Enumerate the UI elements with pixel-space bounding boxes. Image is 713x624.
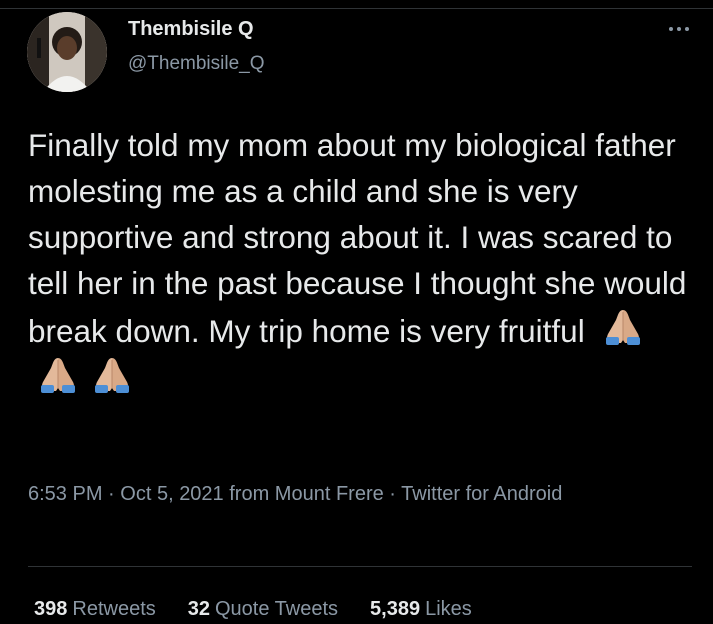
tweet-client[interactable]: Twitter for Android xyxy=(401,483,562,505)
meta-separator: · xyxy=(108,483,115,505)
author-name[interactable]: Thembisile Q xyxy=(128,18,254,41)
folded-hands-icon xyxy=(88,354,136,394)
retweets-count: 398 xyxy=(34,598,68,620)
avatar-photo xyxy=(27,12,107,92)
likes-label: Likes xyxy=(425,598,472,620)
quote-tweets-count: 32 xyxy=(187,598,210,620)
tweet-location[interactable]: from Mount Frere xyxy=(229,483,383,505)
engagement-stats: 398 Retweets 32 Quote Tweets 5,389 Likes xyxy=(34,598,504,621)
stats-divider xyxy=(28,566,692,567)
quote-tweets-stat[interactable]: 32 Quote Tweets xyxy=(188,598,338,621)
more-options-icon[interactable] xyxy=(667,22,691,36)
author-handle[interactable]: @Thembisile_Q xyxy=(128,53,265,75)
tweet-time[interactable]: 6:53 PM xyxy=(28,483,102,505)
tweet-date[interactable]: Oct 5, 2021 xyxy=(120,483,223,505)
retweets-label: Retweets xyxy=(72,598,156,620)
tweet-body: Finally told my mom about my biological … xyxy=(28,122,698,402)
retweets-stat[interactable]: 398 Retweets xyxy=(34,598,156,621)
tweet-screen: Thembisile Q @Thembisile_Q Finally told … xyxy=(0,0,713,624)
folded-hands-icon xyxy=(34,354,82,394)
folded-hands-icon xyxy=(599,306,647,346)
tweet-metadata: 6:53 PM · Oct 5, 2021 from Mount Frere ·… xyxy=(28,478,668,511)
likes-count: 5,389 xyxy=(370,598,421,620)
top-divider xyxy=(0,8,713,9)
tweet-text: Finally told my mom about my biological … xyxy=(28,127,687,349)
avatar[interactable] xyxy=(27,12,107,92)
meta-separator: · xyxy=(389,483,396,505)
quote-tweets-label: Quote Tweets xyxy=(215,598,339,620)
likes-stat[interactable]: 5,389 Likes xyxy=(370,598,472,621)
